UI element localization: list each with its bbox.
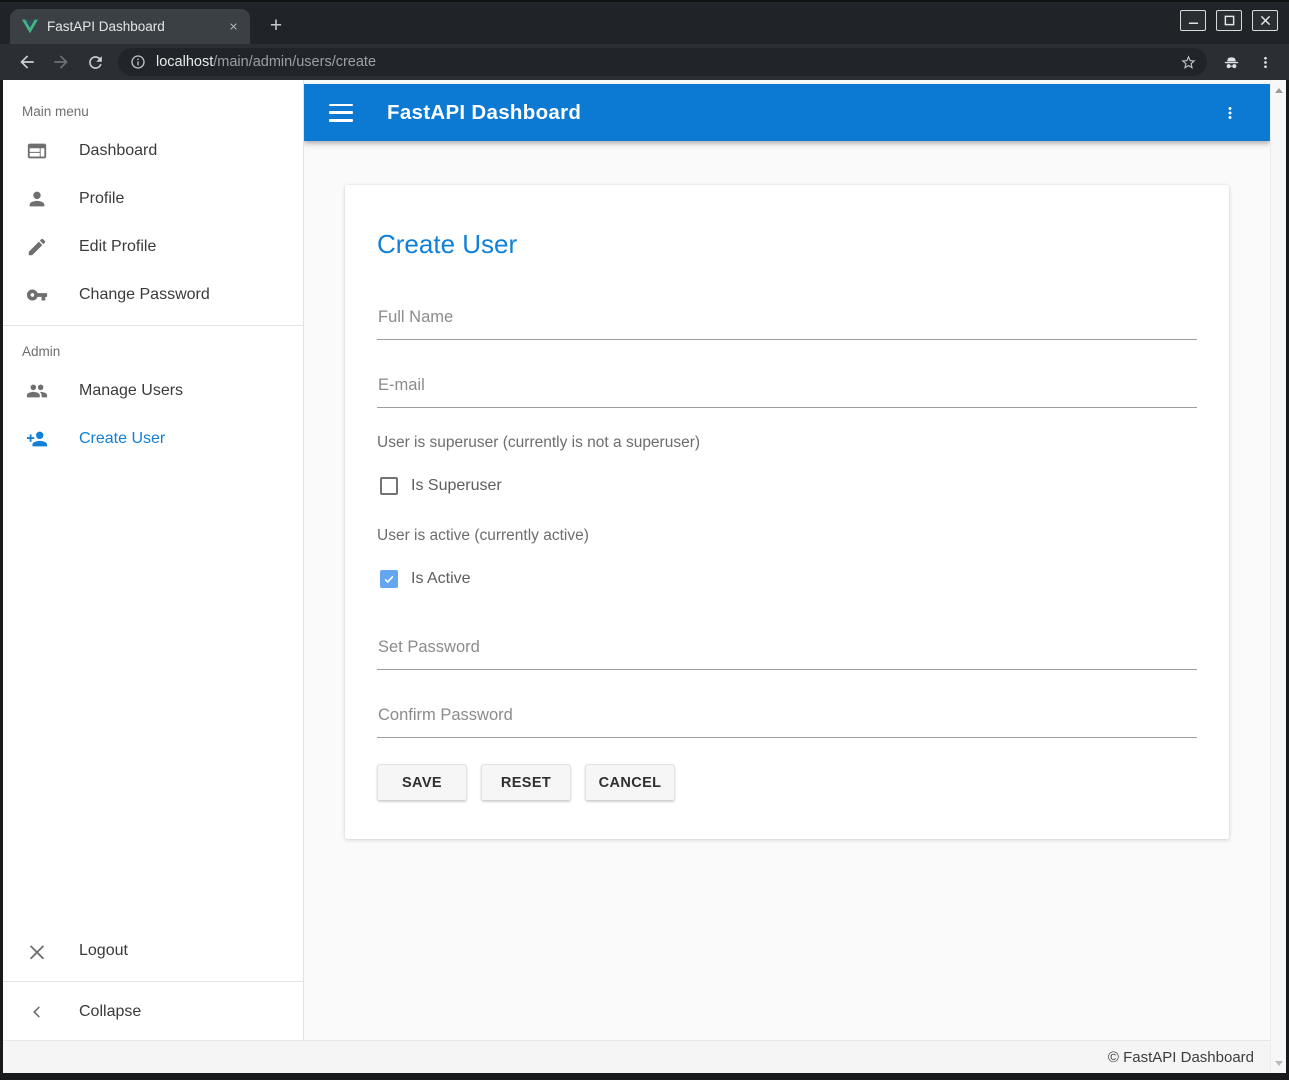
browser-tab[interactable]: FastAPI Dashboard bbox=[10, 9, 250, 44]
hamburger-icon[interactable] bbox=[329, 103, 355, 123]
close-window-button[interactable] bbox=[1252, 10, 1278, 31]
maximize-button[interactable] bbox=[1216, 10, 1242, 31]
person-add-icon bbox=[26, 428, 48, 450]
full-name-input[interactable] bbox=[377, 308, 1197, 340]
forward-arrow-icon[interactable] bbox=[47, 48, 75, 76]
new-tab-button[interactable]: + bbox=[262, 12, 290, 40]
sidebar-item-create-user[interactable]: Create User bbox=[3, 415, 303, 463]
create-user-card: Create User User is superuser (currently… bbox=[345, 185, 1229, 839]
sidebar-item-label: Collapse bbox=[79, 1003, 141, 1021]
person-icon bbox=[26, 188, 48, 210]
sidebar-item-collapse[interactable]: Collapse bbox=[3, 988, 303, 1036]
url-path: /main/admin/users/create bbox=[213, 54, 376, 70]
confirm-password-input[interactable] bbox=[377, 706, 1197, 738]
sidebar: Main menu Dashboard Profile Edit Profile… bbox=[3, 80, 304, 1040]
footer-copyright: © FastAPI Dashboard bbox=[1108, 1049, 1254, 1066]
appbar: FastAPI Dashboard bbox=[304, 84, 1270, 141]
reset-button[interactable]: RESET bbox=[481, 764, 571, 801]
is-active-checkbox-row[interactable]: Is Active bbox=[377, 570, 1197, 588]
key-icon bbox=[26, 284, 48, 306]
full-name-field bbox=[377, 308, 1197, 340]
scrollbar-down-arrow-icon[interactable] bbox=[1271, 1055, 1287, 1071]
cancel-button[interactable]: CANCEL bbox=[585, 764, 675, 801]
is-active-checkbox[interactable] bbox=[380, 570, 398, 588]
set-password-field bbox=[377, 638, 1197, 670]
scrollbar-up-arrow-icon[interactable] bbox=[1271, 82, 1287, 98]
close-icon bbox=[26, 940, 48, 962]
browser-tabstrip: FastAPI Dashboard + bbox=[0, 0, 1289, 44]
sidebar-item-profile[interactable]: Profile bbox=[3, 175, 303, 223]
toolbar-right bbox=[1217, 48, 1279, 76]
tab-close-icon[interactable] bbox=[224, 18, 242, 36]
url-host: localhost bbox=[156, 54, 213, 70]
sidebar-divider bbox=[3, 981, 303, 982]
minimize-button[interactable] bbox=[1180, 10, 1206, 31]
sidebar-item-label: Create User bbox=[79, 430, 165, 448]
appbar-kebab-menu-icon[interactable] bbox=[1218, 101, 1242, 125]
sidebar-section-main-menu: Main menu bbox=[22, 104, 303, 119]
sidebar-item-label: Logout bbox=[79, 942, 128, 960]
reload-icon[interactable] bbox=[81, 48, 109, 76]
is-active-label[interactable]: Is Active bbox=[411, 570, 471, 588]
set-password-input[interactable] bbox=[377, 638, 1197, 670]
sidebar-item-label: Manage Users bbox=[79, 382, 183, 400]
window-controls bbox=[1180, 10, 1278, 31]
sidebar-item-dashboard[interactable]: Dashboard bbox=[3, 127, 303, 175]
sidebar-item-change-password[interactable]: Change Password bbox=[3, 271, 303, 319]
email-input[interactable] bbox=[377, 376, 1197, 408]
pencil-icon bbox=[26, 236, 48, 258]
info-icon[interactable] bbox=[130, 54, 146, 70]
active-hint: User is active (currently active) bbox=[377, 527, 1197, 545]
tab-title: FastAPI Dashboard bbox=[47, 19, 215, 34]
sidebar-item-label: Change Password bbox=[79, 286, 210, 304]
star-icon[interactable] bbox=[1180, 54, 1197, 71]
sidebar-bottom: Logout Collapse bbox=[3, 927, 303, 1040]
is-superuser-checkbox[interactable] bbox=[380, 477, 398, 495]
page: Main menu Dashboard Profile Edit Profile… bbox=[3, 80, 1286, 1073]
incognito-icon bbox=[1217, 48, 1245, 76]
web-icon bbox=[26, 140, 48, 162]
sidebar-section-admin: Admin bbox=[22, 344, 303, 359]
sidebar-divider bbox=[3, 325, 303, 326]
sidebar-item-label: Profile bbox=[79, 190, 124, 208]
url-text: localhost/main/admin/users/create bbox=[156, 54, 1180, 70]
kebab-menu-icon[interactable] bbox=[1251, 48, 1279, 76]
appbar-title: FastAPI Dashboard bbox=[387, 101, 581, 125]
is-superuser-checkbox-row[interactable]: Is Superuser bbox=[377, 477, 1197, 495]
back-arrow-icon[interactable] bbox=[13, 48, 41, 76]
browser-toolbar: localhost/main/admin/users/create bbox=[0, 44, 1289, 80]
email-field bbox=[377, 376, 1197, 408]
address-bar[interactable]: localhost/main/admin/users/create bbox=[118, 48, 1207, 76]
sidebar-item-label: Edit Profile bbox=[79, 238, 156, 256]
footer: © FastAPI Dashboard bbox=[3, 1040, 1270, 1073]
chevron-left-icon bbox=[26, 1001, 48, 1023]
sidebar-item-label: Dashboard bbox=[79, 142, 157, 160]
vue-logo-icon bbox=[22, 19, 38, 34]
form-buttons: SAVE RESET CANCEL bbox=[377, 764, 1197, 801]
people-icon bbox=[26, 380, 48, 402]
confirm-password-field bbox=[377, 706, 1197, 738]
save-button[interactable]: SAVE bbox=[377, 764, 467, 801]
main-area: FastAPI Dashboard Create User User is su… bbox=[304, 80, 1270, 1040]
sidebar-item-logout[interactable]: Logout bbox=[3, 927, 303, 975]
is-superuser-label[interactable]: Is Superuser bbox=[411, 477, 502, 495]
superuser-hint: User is superuser (currently is not a su… bbox=[377, 434, 1197, 452]
page-title: Create User bbox=[377, 229, 1197, 260]
page-scrollbar[interactable] bbox=[1270, 80, 1286, 1073]
sidebar-item-edit-profile[interactable]: Edit Profile bbox=[3, 223, 303, 271]
sidebar-item-manage-users[interactable]: Manage Users bbox=[3, 367, 303, 415]
